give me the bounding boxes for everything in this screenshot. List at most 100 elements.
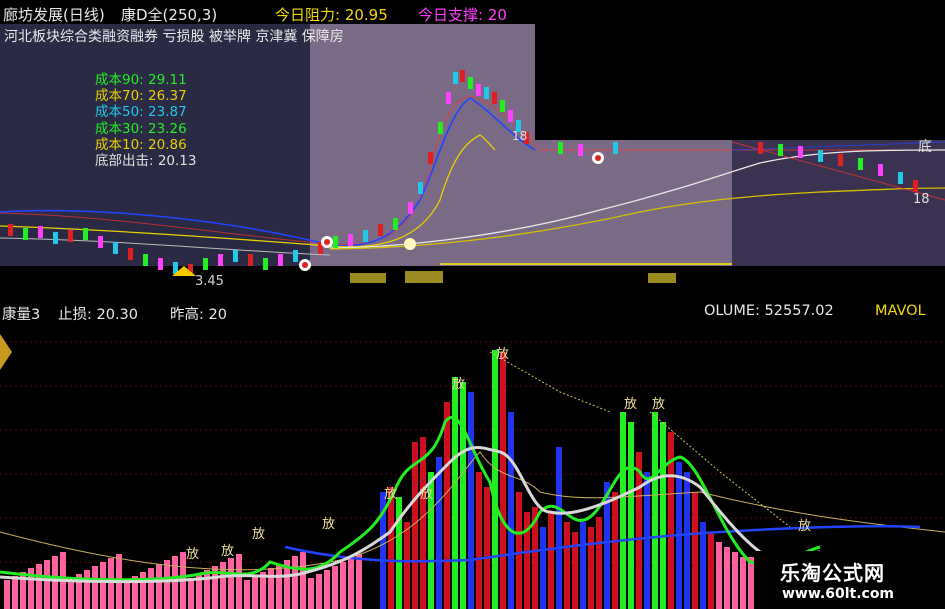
glyph-bottom: 底: [918, 139, 932, 155]
volume-bar: [172, 556, 178, 609]
volume-bar: [484, 487, 490, 609]
volume-bar: [500, 352, 506, 609]
volume-bar: [396, 497, 402, 609]
candle: [68, 230, 73, 242]
volume-bar: [708, 532, 714, 609]
volume-bar: [84, 570, 90, 609]
watermark: 乐淘公式网 www.60lt.com: [754, 551, 945, 609]
stop-loss-value: 止损: 20.30: [58, 307, 139, 323]
volume-bar: [588, 527, 594, 609]
candle: [53, 232, 58, 244]
indicator-title[interactable]: 康D全(250,3): [121, 4, 217, 25]
candle: [613, 142, 618, 154]
candle: [468, 77, 473, 89]
panel-gap: [535, 0, 945, 140]
volume-bar: [140, 572, 146, 609]
tag-mid: 18: [512, 129, 527, 143]
chart-window: 3.45 18 18 底 廊坊发展(日线) 康D全(250,3) 今日阻力: 2…: [0, 0, 945, 609]
volume-bar: [68, 578, 74, 609]
volume-bar: [108, 558, 114, 609]
low-price-label: 3.45: [195, 274, 224, 289]
volume-bar: [164, 560, 170, 609]
volume-bar: [348, 558, 354, 609]
volume-bar: [564, 522, 570, 609]
volume-bar: [52, 556, 58, 609]
volume-bar: [4, 580, 10, 609]
stock-title: 廊坊发展(日线): [3, 6, 105, 24]
signal-label: 放: [652, 397, 665, 412]
volume-bar: [716, 542, 722, 609]
volume-bar: [420, 437, 426, 609]
volume-bar: [308, 578, 314, 609]
candle: [333, 236, 338, 248]
support-value: 今日支撑: 20: [418, 6, 507, 24]
volume-bar: [732, 552, 738, 609]
volume-bar: [92, 566, 98, 609]
volume-bar: [644, 472, 650, 609]
volume-bar: [300, 552, 306, 609]
volume-bar: [268, 568, 274, 609]
volume-bar: [340, 562, 346, 609]
volume-bar: [740, 557, 746, 609]
volume-bar: [468, 392, 474, 609]
candle: [128, 248, 133, 260]
volume-bar: [12, 576, 18, 609]
volume-bar: [204, 570, 210, 609]
candle: [818, 150, 823, 162]
signal-label: 放: [496, 347, 509, 362]
volume-bar: [700, 522, 706, 609]
volume-bar: [620, 412, 626, 609]
volume-bar: [236, 554, 242, 609]
candle: [158, 258, 163, 270]
volume-bar: [492, 350, 498, 609]
candle: [83, 228, 88, 240]
watermark-name: 乐淘公式网: [780, 561, 885, 585]
volume-bar: [612, 492, 618, 609]
volume-indicator-title[interactable]: 康量3: [2, 303, 40, 324]
volume-bar: [252, 576, 258, 609]
volume-bar: [572, 532, 578, 609]
volume-bar: [452, 377, 458, 609]
cost-50: 成本50: 23.87: [95, 104, 187, 121]
candle: [418, 182, 423, 194]
candle: [500, 100, 505, 112]
cost-90: 成本90: 29.11: [95, 72, 187, 88]
signal-label: 放: [420, 487, 433, 502]
chart-header: 廊坊发展(日线) 康D全(250,3) 今日阻力: 20.95 今日支撑: 20: [0, 0, 535, 24]
candle: [898, 172, 903, 184]
candle: [408, 202, 413, 214]
signal-label: 放: [624, 397, 637, 412]
candle: [233, 250, 238, 262]
volume-bar: [316, 574, 322, 609]
volume-bar: [724, 547, 730, 609]
candle: [263, 258, 268, 270]
candle: [363, 230, 368, 242]
volume-bar: [516, 492, 522, 609]
price-panel[interactable]: 3.45 18 18 底 廊坊发展(日线) 康D全(250,3) 今日阻力: 2…: [0, 0, 945, 300]
volume-bar: [228, 558, 234, 609]
candle: [98, 236, 103, 248]
candle: [293, 250, 298, 262]
volume-bar: [188, 578, 194, 609]
volume-bar: [628, 422, 634, 609]
volume-bar: [548, 512, 554, 609]
candle: [278, 254, 283, 266]
volume-bar: [44, 560, 50, 609]
cost-legend: 成本90: 29.11 成本70: 26.37 成本50: 23.87 成本30…: [95, 72, 197, 169]
volume-bar: [508, 412, 514, 609]
volume-bar: [356, 554, 362, 609]
candle: [8, 224, 13, 236]
volume-bar: [444, 402, 450, 609]
candle: [23, 228, 28, 240]
volume-bar: [148, 568, 154, 609]
candle: [378, 224, 383, 236]
prev-high-value: 昨高: 20: [170, 307, 227, 323]
signal-label: 放: [384, 487, 397, 502]
candle: [428, 152, 433, 164]
volume-bar: [460, 382, 466, 609]
sector-list: 河北板块综合类融资融券 亏损股 被举牌 京津冀 保障房: [4, 29, 344, 45]
panel-bottom: [0, 266, 945, 300]
candle: [913, 180, 918, 192]
candle: [758, 142, 763, 154]
signal-label: 放: [252, 527, 265, 542]
